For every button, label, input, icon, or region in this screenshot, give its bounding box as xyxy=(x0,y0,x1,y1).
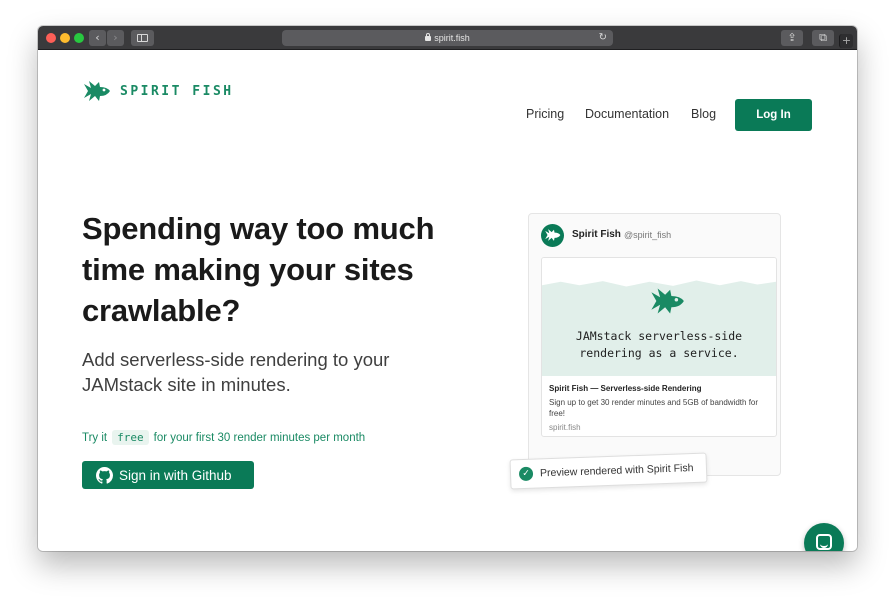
preview-image: JAMstack serverless-side rendering as a … xyxy=(542,258,776,376)
reload-icon[interactable]: ↻ xyxy=(599,30,607,46)
close-window-button[interactable] xyxy=(46,33,56,43)
chat-launcher-button[interactable] xyxy=(804,523,844,551)
card-author-name: Spirit Fish xyxy=(572,229,621,240)
card-author-handle: @spirit_fish xyxy=(624,230,672,240)
github-icon xyxy=(96,466,113,484)
preview-rendered-badge: ✓ Preview rendered with Spirit Fish xyxy=(509,452,708,490)
chat-icon xyxy=(816,534,832,550)
hero-subhead: Add serverless-side rendering to your JA… xyxy=(82,349,390,395)
hero-headline: Spending way too much time making your s… xyxy=(82,211,435,328)
free-trial-note: Try it free for your first 30 render min… xyxy=(82,430,365,445)
chevron-right-icon: › xyxy=(113,31,118,44)
share-icon: ⇪ xyxy=(787,31,797,44)
new-tab-button[interactable]: + xyxy=(839,34,853,48)
fish-logo-icon xyxy=(651,288,684,314)
github-button-label: Sign in with Github xyxy=(119,467,232,483)
browser-titlebar: ‹ › spirit.fish ↻ ⇪ ⧉ + xyxy=(38,26,857,50)
forward-button[interactable]: › xyxy=(107,30,124,46)
nav-blog-link[interactable]: Blog xyxy=(691,107,716,121)
address-bar-url: spirit.fish xyxy=(434,33,470,43)
site-logo[interactable]: SPIRIT FISH xyxy=(82,79,234,103)
logo-text: SPIRIT FISH xyxy=(120,83,234,99)
preview-title: Spirit Fish — Serverless-side Rendering xyxy=(549,384,702,393)
tabs-icon: ⧉ xyxy=(819,31,827,44)
lock-icon xyxy=(425,33,432,41)
preview-tagline: JAMstack serverless-side rendering as a … xyxy=(575,329,743,360)
minimize-window-button[interactable] xyxy=(60,33,70,43)
zoom-window-button[interactable] xyxy=(74,33,84,43)
fish-logo-icon xyxy=(84,81,110,101)
sidebar-icon xyxy=(137,34,148,42)
browser-window: ‹ › spirit.fish ↻ ⇪ ⧉ + SPIRIT FISH Pric… xyxy=(38,26,857,551)
show-tabs-button[interactable]: ⧉ xyxy=(812,30,834,46)
free-badge: free xyxy=(112,430,149,445)
preview-url: spirit.fish xyxy=(549,423,581,432)
badge-label: Preview rendered with Spirit Fish xyxy=(539,462,694,480)
share-button[interactable]: ⇪ xyxy=(781,30,803,46)
trial-suffix: for your first 30 render minutes per mon… xyxy=(153,431,366,444)
github-signin-button[interactable]: Sign in with Github xyxy=(82,461,254,489)
tweet-preview-card: Spirit Fish @spirit_fish JAMstack server… xyxy=(528,213,781,476)
link-preview[interactable]: JAMstack serverless-side rendering as a … xyxy=(541,257,777,437)
nav-pricing-link[interactable]: Pricing xyxy=(526,107,564,121)
sidebar-toggle-button[interactable] xyxy=(131,30,154,46)
trial-prefix: Try it xyxy=(82,431,108,444)
check-icon: ✓ xyxy=(518,466,534,482)
avatar xyxy=(541,224,564,247)
fish-avatar-icon xyxy=(545,229,561,241)
chevron-left-icon: ‹ xyxy=(95,31,100,44)
preview-description: Sign up to get 30 render minutes and 5GB… xyxy=(549,398,759,418)
back-button[interactable]: ‹ xyxy=(89,30,106,46)
page-content: SPIRIT FISH Pricing Documentation Blog L… xyxy=(38,51,857,551)
login-button[interactable]: Log In xyxy=(735,99,812,131)
plus-icon: + xyxy=(841,34,852,47)
nav-documentation-link[interactable]: Documentation xyxy=(585,107,669,121)
address-bar[interactable]: spirit.fish ↻ xyxy=(282,30,613,46)
